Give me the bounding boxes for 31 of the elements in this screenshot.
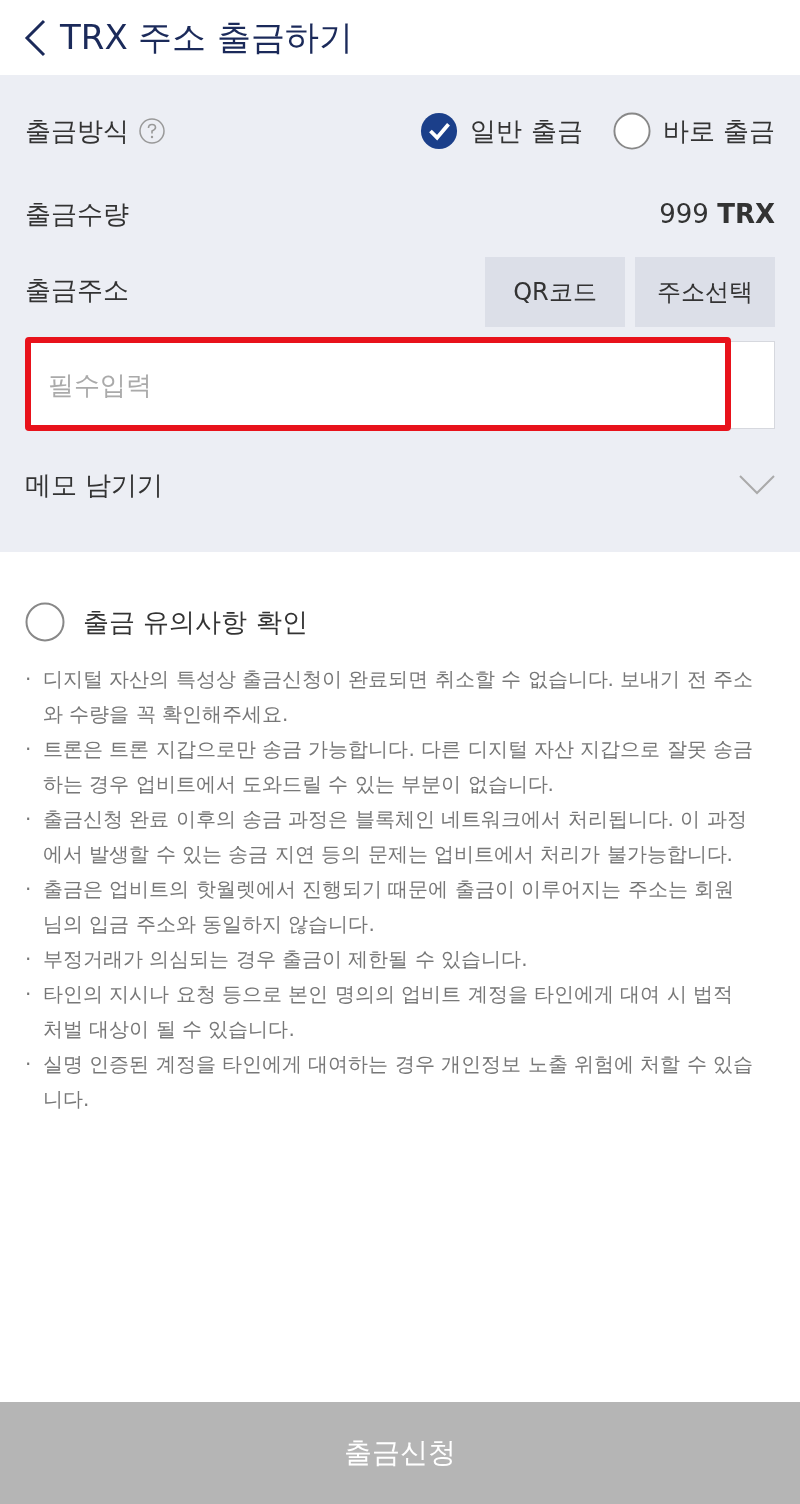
- option-label[interactable]: 일반 출금: [470, 113, 583, 149]
- radio-unchecked-icon[interactable]: [612, 112, 651, 150]
- memo-label[interactable]: 메모 남기기: [25, 467, 164, 503]
- notice-text: 출금신청 완료 이후의 송금 과정은 블록체인 네트워크에서 처리됩니다. 이 과정에서 발생할 수 있는 송금 지연 등의 문제는 업비트에서 처리가 불가능합니다.: [43, 806, 748, 868]
- address-label: 출금주소: [25, 274, 129, 307]
- bullet: ·: [25, 981, 33, 1008]
- radio-checked-icon[interactable]: [420, 112, 459, 150]
- bullet: ·: [25, 946, 33, 973]
- bullet: ·: [25, 806, 33, 833]
- bullet: ·: [25, 666, 33, 693]
- bullet: ·: [25, 876, 33, 903]
- help-icon[interactable]: [139, 118, 165, 144]
- address-option-button[interactable]: QR코드: [485, 257, 625, 327]
- notice-text: 실명 인증된 계정을 타인에게 대여하는 경우 개인정보 노출 위험에 처할 수 있습니다.: [43, 1051, 753, 1113]
- address-option-button[interactable]: 주소선택: [635, 257, 775, 327]
- method-label: 출금방식: [25, 114, 129, 148]
- notice-text: 타인의 지시나 요청 등으로 본인 명의의 업비트 계정을 타인에게 대여 시 법적 처벌 대상이 될 수 있습니다.: [43, 981, 734, 1043]
- radio-unchecked-icon[interactable]: [25, 602, 65, 642]
- back-icon[interactable]: [24, 18, 46, 57]
- chevron-icon[interactable]: [739, 475, 775, 495]
- amount-value: 999 TRX: [659, 199, 775, 229]
- notice-text: 트론은 트론 지갑으로만 송금 가능합니다. 다른 디지털 자산 지갑으로 잘못 송금하는 경우 업비트에서 도와드릴 수 있는 부분이 없습니다.: [43, 736, 753, 798]
- option-label[interactable]: 바로 출금: [662, 113, 775, 149]
- bullet: ·: [25, 736, 33, 763]
- bullet: ·: [25, 1051, 33, 1078]
- notice-text: 출금은 업비트의 핫월렛에서 진행되기 때문에 출금이 이루어지는 주소는 회원님의 입금 주소와 동일하지 않습니다.: [43, 876, 735, 938]
- notice-text: 디지털 자산의 특성상 출금신청이 완료되면 취소할 수 없습니다. 보내기 전 주소와 수량을 꼭 확인해주세요.: [43, 666, 753, 728]
- notice-text: 부정거래가 의심되는 경우 출금이 제한될 수 있습니다.: [43, 946, 529, 973]
- amount-label: 출금수량: [25, 197, 129, 231]
- confirm-label[interactable]: 출금 유의사항 확인: [83, 604, 308, 640]
- page-title: TRX 주소 출금하기: [60, 15, 354, 59]
